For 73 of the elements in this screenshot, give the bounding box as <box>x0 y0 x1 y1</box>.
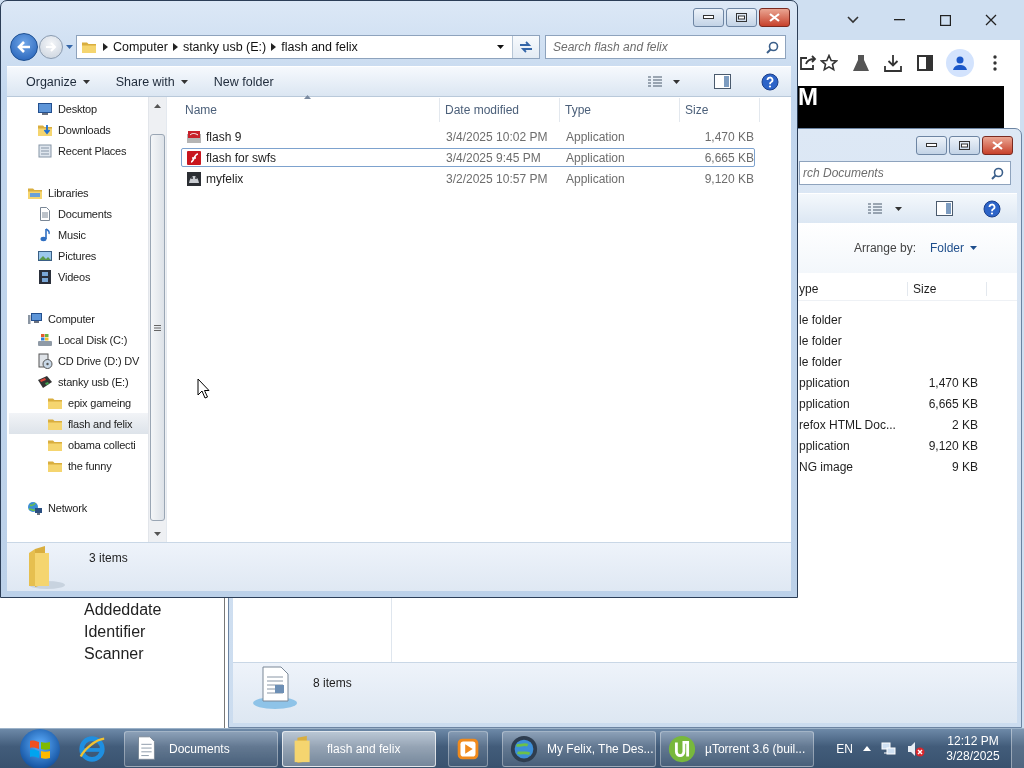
taskbar-button[interactable]: My Felix, The Des... <box>502 730 656 767</box>
nav-item[interactable]: Local Disk (C:) <box>9 329 148 350</box>
type-cell-text: Application <box>565 171 626 186</box>
nav-item[interactable]: Network <box>9 497 148 518</box>
column-header[interactable]: Size <box>680 98 760 122</box>
breadcrumb[interactable]: Computer <box>108 36 173 58</box>
file-row[interactable]: flash 9 3/4/2025 10:02 PM Application 1,470 KB <box>181 127 755 146</box>
item-count: 3 items <box>89 551 128 565</box>
nav-item[interactable]: CD Drive (D:) DV <box>9 350 148 371</box>
column-header[interactable]: Name <box>180 98 440 122</box>
nav-item[interactable]: the funny <box>9 455 148 476</box>
column-header[interactable]: Type <box>560 98 680 122</box>
size-cell-text: 9 KB <box>951 459 979 474</box>
taskbar-button[interactable]: Documents <box>124 730 278 767</box>
toolbar-button[interactable]: New folder <box>206 70 281 93</box>
type-cell-text: Application <box>565 129 626 144</box>
site-title: M <box>798 83 818 110</box>
clock[interactable]: 12:12 PM 3/28/2025 <box>943 733 1003 764</box>
toolbar-button[interactable]: Organize <box>19 70 97 93</box>
nav-item[interactable]: Music <box>9 224 148 245</box>
nav-item[interactable]: Documents <box>9 203 148 224</box>
nav-item[interactable]: obama collecti <box>9 434 148 455</box>
breadcrumb[interactable]: flash and felix <box>276 36 363 58</box>
toolbar-button[interactable]: Share with <box>108 70 195 93</box>
field-label: Scanner <box>84 644 144 664</box>
column-header[interactable]: ype <box>799 282 907 296</box>
type-cell-text: pplication <box>799 375 851 390</box>
file-name: flash for swfs <box>206 150 277 165</box>
file-name: flash 9 <box>206 129 242 144</box>
nav-item[interactable]: Pictures <box>9 245 148 266</box>
size-cell-text: 9,120 KB <box>927 438 979 453</box>
nav-item[interactable]: Libraries <box>9 182 148 203</box>
date-cell-text: 3/4/2025 10:02 PM <box>445 129 549 144</box>
nav-item[interactable]: Computer <box>9 308 148 329</box>
breadcrumb[interactable]: stanky usb (E:) <box>177 36 272 58</box>
file-name: myfelix <box>206 171 244 186</box>
type-cell-text: NG image <box>799 459 855 474</box>
arrange-dropdown[interactable]: Folder <box>930 241 977 255</box>
arrange-label: Arrange by: <box>853 241 916 255</box>
type-cell-text: le folder <box>799 354 843 369</box>
search-field[interactable]: rch Documents <box>799 161 1011 185</box>
size-cell-text: 6,665 KB <box>703 150 754 165</box>
column-header[interactable]: Size <box>907 282 987 296</box>
nav-item[interactable]: Desktop <box>9 98 148 119</box>
column-header[interactable]: Date modified <box>440 98 560 122</box>
field-label: Identifier <box>84 622 146 642</box>
language-indicator[interactable]: EN <box>836 741 853 756</box>
nav-item[interactable]: stanky usb (E:) <box>9 371 148 392</box>
size-cell-text: 1,470 KB <box>703 129 754 144</box>
type-cell-text: refox HTML Doc... <box>799 417 897 432</box>
type-cell-text: pplication <box>799 438 851 453</box>
nav-item[interactable]: Videos <box>9 266 148 287</box>
nav-item[interactable]: epix gameing <box>9 392 148 413</box>
size-cell-text: 1,470 KB <box>927 375 979 390</box>
date-cell-text: 3/2/2025 10:57 PM <box>445 171 549 186</box>
date-cell-text: 3/4/2025 9:45 PM <box>445 150 542 165</box>
search-field[interactable]: Search flash and felix <box>545 35 786 59</box>
type-cell-text: pplication <box>799 396 851 411</box>
nav-item[interactable]: Downloads <box>9 119 148 140</box>
size-cell-text: 6,665 KB <box>927 396 979 411</box>
nav-item[interactable]: Recent Places <box>9 140 148 161</box>
taskbar-button[interactable]: µTorrent 3.6 (buil... <box>660 730 814 767</box>
nav-item[interactable]: flash and felix <box>9 413 148 434</box>
size-cell-text: 9,120 KB <box>703 171 754 186</box>
item-count: 8 items <box>313 676 352 690</box>
size-cell-text: 2 KB <box>951 417 979 432</box>
field-label: Addeddate <box>84 600 162 620</box>
file-row[interactable]: myfelix 3/2/2025 10:57 PM Application 9,120 KB <box>181 169 755 188</box>
type-cell-text: le folder <box>799 333 843 348</box>
address-bar[interactable]: Computer stanky usb (E:) flash and felix <box>76 35 540 59</box>
type-cell-text: le folder <box>799 312 843 327</box>
file-row[interactable]: flash for swfs 3/4/2025 9:45 PM Application 6,665 KB <box>181 148 755 167</box>
type-cell-text: Application <box>565 150 626 165</box>
